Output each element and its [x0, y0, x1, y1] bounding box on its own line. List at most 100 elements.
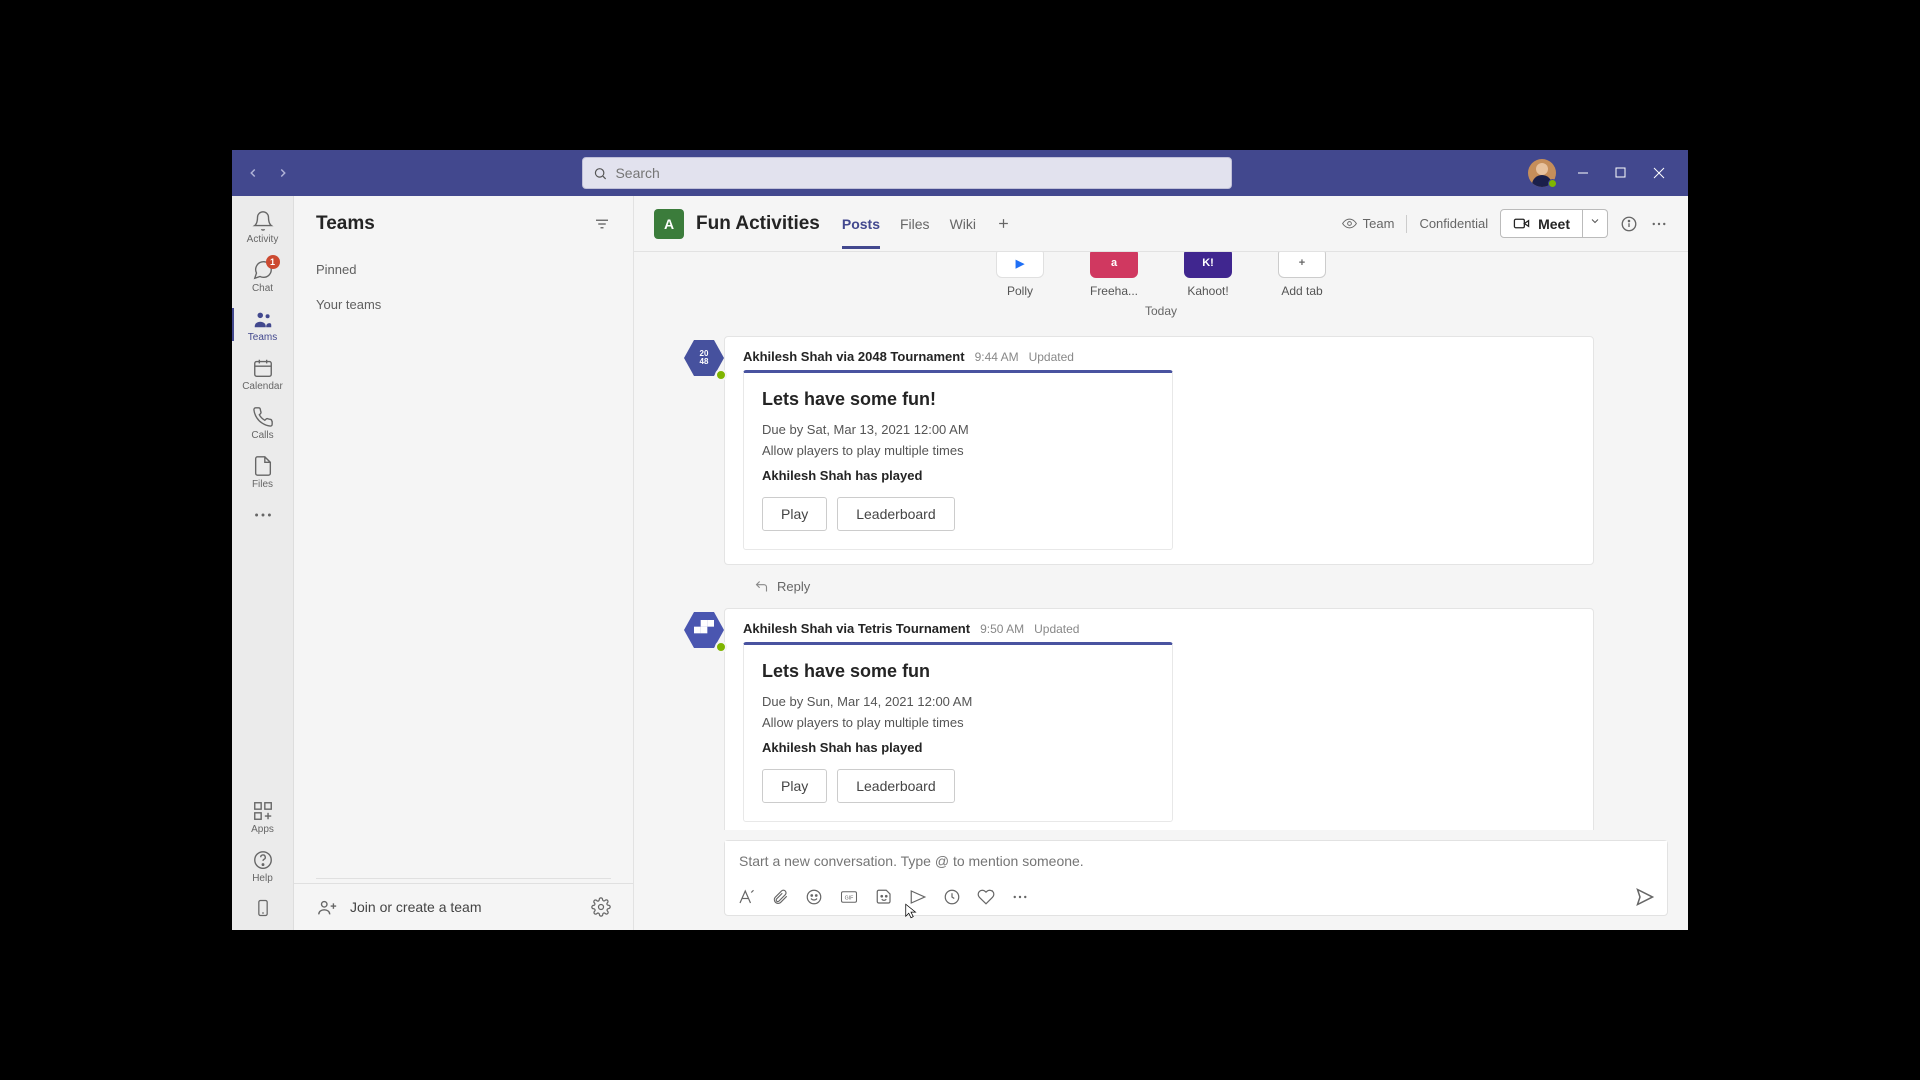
calendar-icon: [252, 357, 274, 379]
rail-activity[interactable]: Activity: [232, 202, 294, 251]
card-due: Due by Sat, Mar 13, 2021 12:00 AM: [762, 422, 1154, 437]
rail-label: Files: [252, 479, 273, 490]
rail-label: Calendar: [242, 381, 283, 392]
tab-posts[interactable]: Posts: [842, 200, 880, 248]
presence-indicator: [715, 641, 727, 653]
post-status: Updated: [1029, 350, 1074, 364]
rail-label: Help: [252, 873, 273, 884]
search-box[interactable]: [582, 157, 1232, 189]
divider: [1406, 215, 1407, 233]
presence-indicator: [715, 369, 727, 381]
filter-button[interactable]: [593, 215, 611, 233]
rail-teams[interactable]: Teams: [232, 300, 294, 349]
rail-label: Calls: [251, 430, 273, 441]
tile-kahoot[interactable]: K!Kahoot!: [1171, 254, 1245, 298]
attach-icon[interactable]: [771, 888, 789, 906]
device-icon: [253, 898, 273, 918]
rail-chat[interactable]: 1 Chat: [232, 251, 294, 300]
card-title: Lets have some fun: [762, 661, 1154, 682]
tile-label: Add tab: [1281, 284, 1322, 298]
adaptive-card: Lets have some fun! Due by Sat, Mar 13, …: [743, 370, 1173, 550]
bell-icon: [252, 210, 274, 232]
teams-icon: [252, 308, 274, 330]
stream-icon[interactable]: [943, 888, 961, 906]
tile-label: Kahoot!: [1187, 284, 1228, 298]
back-button[interactable]: [238, 158, 268, 188]
channel-name: Fun Activities: [696, 213, 820, 235]
date-separator: Today: [654, 298, 1668, 328]
chat-badge: 1: [266, 255, 280, 269]
add-tab-button[interactable]: [996, 200, 1011, 248]
info-button[interactable]: [1620, 215, 1638, 233]
post-author: Akhilesh Shah via Tetris Tournament: [743, 621, 970, 636]
pinned-section[interactable]: Pinned: [294, 252, 633, 287]
card-played: Akhilesh Shah has played: [762, 468, 1154, 483]
play-button[interactable]: Play: [762, 769, 827, 803]
presence-indicator: [1548, 179, 1557, 188]
tile-label: Freeha...: [1090, 284, 1138, 298]
post-status: Updated: [1034, 622, 1079, 636]
more-options-button[interactable]: [1650, 215, 1668, 233]
card-due: Due by Sun, Mar 14, 2021 12:00 AM: [762, 694, 1154, 709]
tab-wiki[interactable]: Wiki: [950, 200, 976, 248]
reply-label: Reply: [777, 579, 810, 594]
card-played: Akhilesh Shah has played: [762, 740, 1154, 755]
format-icon[interactable]: [737, 888, 755, 906]
rail-download[interactable]: [232, 890, 294, 930]
channel-header: A Fun Activities Posts Files Wiki Team: [634, 196, 1688, 252]
tile-polly[interactable]: ▶Polly: [983, 254, 1057, 298]
rail-calendar[interactable]: Calendar: [232, 349, 294, 398]
tab-files[interactable]: Files: [900, 200, 930, 248]
meet-label: Meet: [1538, 216, 1570, 232]
send-button[interactable]: [1635, 887, 1655, 907]
gif-icon[interactable]: GIF: [839, 888, 859, 906]
meet-button[interactable]: Meet: [1500, 209, 1583, 238]
maximize-button[interactable]: [1610, 162, 1632, 184]
schedule-meeting-icon[interactable]: [909, 888, 927, 906]
svg-text:GIF: GIF: [845, 895, 854, 901]
tile-label: Polly: [1007, 284, 1033, 298]
your-teams-section[interactable]: Your teams: [294, 287, 633, 322]
play-button[interactable]: Play: [762, 497, 827, 531]
profile-avatar[interactable]: [1528, 159, 1556, 187]
sticker-icon[interactable]: [875, 888, 893, 906]
app-tiles: ▶Polly aFreeha... K!Kahoot! +Add tab: [654, 252, 1668, 298]
more-apps-icon[interactable]: [1011, 888, 1029, 906]
team-avatar: A: [654, 209, 684, 239]
title-bar: [232, 150, 1688, 196]
card-rule: Allow players to play multiple times: [762, 443, 1154, 458]
search-input[interactable]: [615, 165, 1221, 181]
phone-icon: [252, 406, 274, 428]
apps-icon: [252, 800, 274, 822]
rail-files[interactable]: Files: [232, 447, 294, 496]
rail-calls[interactable]: Calls: [232, 398, 294, 447]
scope-text: Team: [1363, 216, 1395, 231]
compose-input[interactable]: [725, 841, 1667, 881]
scope-label: Team: [1342, 216, 1395, 231]
praise-icon[interactable]: [977, 888, 995, 906]
emoji-icon[interactable]: [805, 888, 823, 906]
settings-icon[interactable]: [591, 897, 611, 917]
minimize-button[interactable]: [1572, 162, 1594, 184]
rail-apps[interactable]: Apps: [232, 792, 294, 841]
close-button[interactable]: [1648, 162, 1670, 184]
message-feed[interactable]: ▶Polly aFreeha... K!Kahoot! +Add tab Tod…: [634, 252, 1688, 830]
rail-more[interactable]: [232, 496, 294, 532]
tile-add[interactable]: +Add tab: [1265, 254, 1339, 298]
leaderboard-button[interactable]: Leaderboard: [837, 769, 954, 803]
rail-help[interactable]: Help: [232, 841, 294, 890]
post-time: 9:44 AM: [975, 350, 1019, 364]
join-create-team[interactable]: Join or create a team: [350, 899, 579, 915]
compose-box: GIF: [724, 840, 1668, 916]
leaderboard-button[interactable]: Leaderboard: [837, 497, 954, 531]
adaptive-card: Lets have some fun Due by Sun, Mar 14, 2…: [743, 642, 1173, 822]
join-team-icon: [316, 896, 338, 918]
rail-label: Activity: [247, 234, 279, 245]
tile-freehand[interactable]: aFreeha...: [1077, 254, 1151, 298]
reply-button[interactable]: Reply: [654, 571, 1668, 600]
forward-button[interactable]: [268, 158, 298, 188]
meet-dropdown[interactable]: [1583, 209, 1608, 238]
card-rule: Allow players to play multiple times: [762, 715, 1154, 730]
sidebar: Teams Pinned Your teams Join or create a…: [294, 196, 634, 930]
help-icon: [252, 849, 274, 871]
